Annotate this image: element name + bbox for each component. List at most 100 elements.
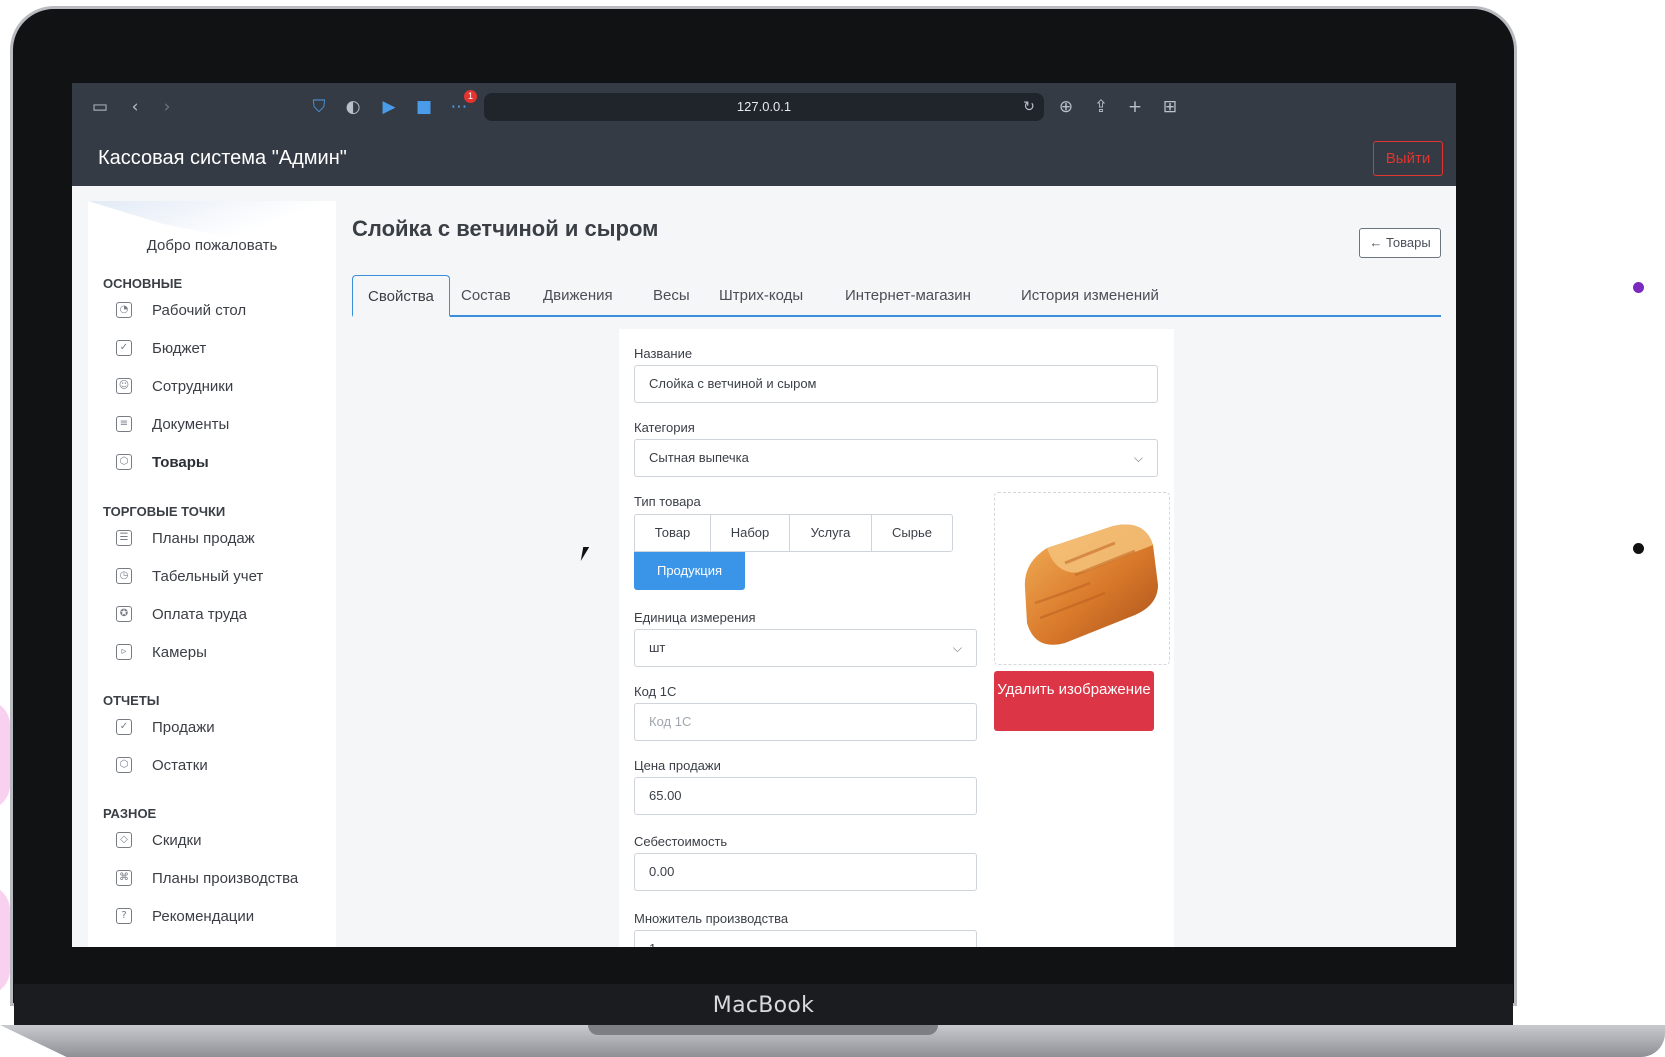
price-field[interactable]: 65.00 xyxy=(634,777,977,815)
back-arrow-icon[interactable]: ‹ xyxy=(124,96,146,118)
multiplier-field[interactable]: 1 xyxy=(634,930,977,947)
browser-toolbar: ▭ ‹ › ⛉ ◐ ▶ ■ ⋯ 1 127.0.0.1 ↻ ⊕ ⇪ + ⊞ xyxy=(72,83,1456,131)
tab-properties[interactable]: Свойства xyxy=(352,275,450,317)
delete-image-button[interactable]: Удалить изображение xyxy=(994,671,1154,731)
section-title-outlets: ТОРГОВЫЕ ТОЧКИ xyxy=(103,504,226,519)
sidebar-item-budget[interactable]: ✓ Бюджет xyxy=(116,333,206,363)
category-select[interactable]: Сытная выпечка ⌵ xyxy=(634,439,1158,477)
type-raw-button[interactable]: Сырье xyxy=(871,514,953,552)
sidebar-item-label: Планы производства xyxy=(152,869,299,887)
product-image xyxy=(1024,524,1158,645)
tab-history[interactable]: История изменений xyxy=(1006,275,1174,317)
category-value: Сытная выпечка xyxy=(649,450,749,465)
section-title-misc: РАЗНОЕ xyxy=(103,806,157,821)
sidebar-item-products[interactable]: ⬡ Товары xyxy=(116,447,209,477)
app-header: Кассовая система "Админ" Выйти xyxy=(72,131,1456,186)
sidebar-item-documents[interactable]: ≡ Документы xyxy=(116,409,229,439)
type-label: Тип товара xyxy=(634,494,701,509)
list-tree-icon: ☰ xyxy=(116,530,132,546)
sidebar-toggle-icon[interactable]: ▭ xyxy=(89,96,111,118)
product-type-group: Товар Набор Услуга Сырье xyxy=(634,514,953,552)
extension-icon[interactable]: ■ xyxy=(413,96,435,118)
reload-icon[interactable]: ↻ xyxy=(1018,96,1040,118)
shield-icon[interactable]: ⛉ xyxy=(308,96,330,118)
sidebar-item-label: Остатки xyxy=(152,756,208,774)
play-icon[interactable]: ▶ xyxy=(378,96,400,118)
tab-overview-icon[interactable]: ⊞ xyxy=(1159,96,1181,118)
sidebar-item-label: Рабочий стол xyxy=(152,301,247,319)
new-tab-icon[interactable]: + xyxy=(1124,96,1146,118)
code-1c-field[interactable]: Код 1С xyxy=(634,703,977,741)
screen: ▭ ‹ › ⛉ ◐ ▶ ■ ⋯ 1 127.0.0.1 ↻ ⊕ ⇪ + ⊞ Ка… xyxy=(72,83,1456,947)
price-label: Цена продажи xyxy=(634,758,721,773)
box-icon: ⬡ xyxy=(116,454,132,470)
tab-online-store[interactable]: Интернет-магазин xyxy=(830,275,986,317)
sidebar-item-label: Камеры xyxy=(152,643,207,661)
type-service-button[interactable]: Услуга xyxy=(789,514,872,552)
sidebar-item-dashboard[interactable]: ◔ Рабочий стол xyxy=(116,295,246,325)
type-set-button[interactable]: Набор xyxy=(710,514,790,552)
sidebar-item-cameras[interactable]: ▹ Камеры xyxy=(116,637,207,667)
name-field[interactable]: Слойка с ветчиной и сыром xyxy=(634,365,1158,403)
chevron-down-icon: ⌵ xyxy=(1133,451,1143,465)
sidebar-item-label: Скидки xyxy=(152,831,202,849)
tab-scales[interactable]: Весы xyxy=(638,275,705,317)
sitemap-icon: ⌘ xyxy=(116,870,132,886)
dashboard-icon: ◔ xyxy=(116,302,132,318)
type-product-button[interactable]: Товар xyxy=(634,514,711,552)
decor-dot-purple xyxy=(1633,282,1644,293)
mouse-cursor-icon xyxy=(580,547,596,561)
tab-bar: Свойства Состав Движения Весы Штрих-коды… xyxy=(352,275,1441,317)
sidebar-item-discounts[interactable]: ◇ Скидки xyxy=(116,825,201,855)
multiplier-label: Множитель производства xyxy=(634,911,789,926)
section-title-main: ОСНОВНЫЕ xyxy=(103,276,183,291)
share-icon[interactable]: ⇪ xyxy=(1090,96,1112,118)
sidebar-item-label: Товары xyxy=(152,453,209,471)
app-title: Кассовая система "Админ" xyxy=(98,147,347,169)
unit-value: шт xyxy=(649,640,666,655)
document-icon: ≡ xyxy=(116,416,132,432)
address-bar[interactable]: 127.0.0.1 ↻ xyxy=(484,93,1044,121)
sidebar-item-stock[interactable]: ⬡ Остатки xyxy=(116,750,208,780)
product-image-dropzone[interactable] xyxy=(994,492,1170,665)
tab-movements[interactable]: Движения xyxy=(528,275,628,317)
sidebar-item-label: Табельный учет xyxy=(152,567,264,585)
sidebar-item-label: Продажи xyxy=(152,718,215,736)
sidebar-decoration xyxy=(88,201,336,239)
back-to-products-button[interactable]: ← Товары xyxy=(1359,228,1441,258)
laptop-notch xyxy=(588,1025,938,1035)
sidebar-item-sales[interactable]: ✓ Продажи xyxy=(116,712,215,742)
decor-blob-pink xyxy=(0,885,10,995)
person-badge-icon: ☺ xyxy=(116,378,132,394)
tab-composition[interactable]: Состав xyxy=(446,275,526,317)
calendar-check-icon: ✓ xyxy=(116,340,132,356)
sidebar-item-payroll[interactable]: ✪ Оплата труда xyxy=(116,599,247,629)
name-label: Название xyxy=(634,346,693,361)
sidebar-item-sales-plans[interactable]: ☰ Планы продаж xyxy=(116,523,255,553)
box-icon: ⬡ xyxy=(116,757,132,773)
sidebar-item-employees[interactable]: ☺ Сотрудники xyxy=(116,371,233,401)
code-label: Код 1С xyxy=(634,684,677,699)
sidebar: Добро пожаловать ОСНОВНЫЕ ◔ Рабочий стол … xyxy=(88,201,336,947)
decor-blob-pink xyxy=(0,700,10,810)
sidebar-item-label: Бюджет xyxy=(152,339,207,357)
sidebar-item-production-plans[interactable]: ⌘ Планы производства xyxy=(116,863,298,893)
tab-barcodes[interactable]: Штрих-коды xyxy=(704,275,818,317)
sidebar-item-label: Документы xyxy=(152,415,230,433)
privacy-icon[interactable]: ◐ xyxy=(342,96,364,118)
sidebar-item-recommendations[interactable]: ? Рекомендации xyxy=(116,901,254,931)
type-production-button[interactable]: Продукция xyxy=(634,552,745,590)
sidebar-item-label: Сотрудники xyxy=(152,377,234,395)
decor-dot-black xyxy=(1633,543,1644,554)
forward-arrow-icon[interactable]: › xyxy=(156,96,178,118)
section-title-reports: ОТЧЕТЫ xyxy=(103,693,160,708)
unit-select[interactable]: шт ⌵ xyxy=(634,629,977,667)
cost-field[interactable]: 0.00 xyxy=(634,853,977,891)
sidebar-item-label: Рекомендации xyxy=(152,907,255,925)
category-label: Категория xyxy=(634,420,695,435)
sidebar-item-label: Оплата труда xyxy=(152,605,247,623)
download-icon[interactable]: ⊕ xyxy=(1055,96,1077,118)
logout-button[interactable]: Выйти xyxy=(1373,141,1443,176)
unit-label: Единица измерения xyxy=(634,610,756,625)
sidebar-item-timesheet[interactable]: ◷ Табельный учет xyxy=(116,561,263,591)
